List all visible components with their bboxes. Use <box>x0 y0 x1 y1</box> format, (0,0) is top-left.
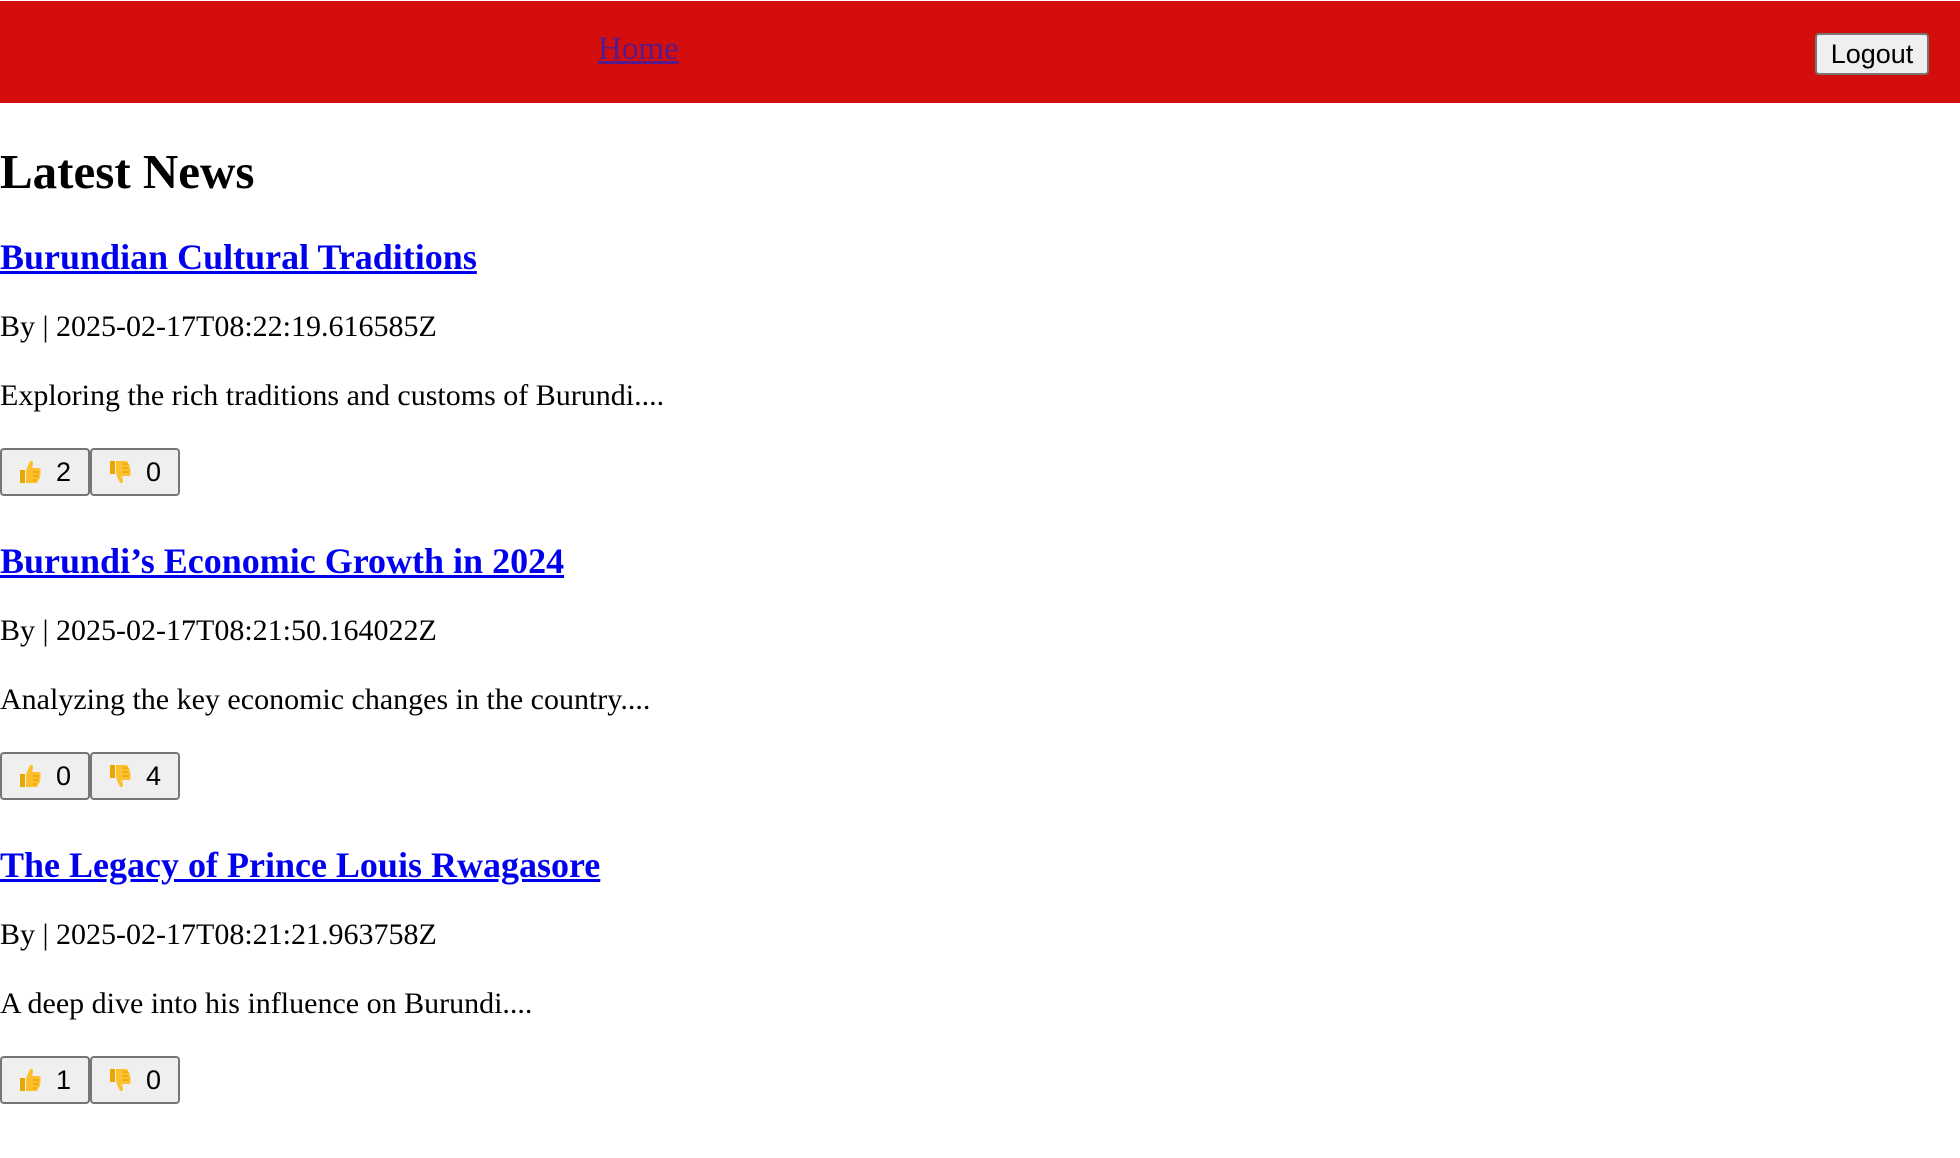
thumbs-down-icon <box>108 762 132 790</box>
dislike-count: 4 <box>146 760 162 791</box>
thumbs-up-icon <box>18 458 42 486</box>
like-count: 2 <box>56 456 72 487</box>
thumbs-up-icon <box>18 1066 42 1094</box>
article-excerpt: Exploring the rich traditions and custom… <box>0 379 665 412</box>
thumbs-down-icon <box>108 458 132 486</box>
like-count: 1 <box>56 1064 72 1095</box>
article-title-link[interactable]: The Legacy of Prince Louis Rwagasore <box>0 845 600 885</box>
logout-button[interactable]: Logout <box>1815 33 1929 75</box>
article-title-link[interactable]: Burundian Cultural Traditions <box>0 237 477 277</box>
article-title-link[interactable]: Burundi’s Economic Growth in 2024 <box>0 541 564 581</box>
page-title: Latest News <box>0 144 255 199</box>
article-meta: By | 2025-02-17T08:21:21.963758Z <box>0 918 437 951</box>
dislike-button[interactable]: 0 <box>90 448 180 496</box>
article-excerpt: Analyzing the key economic changes in th… <box>0 683 651 716</box>
article-meta: By | 2025-02-17T08:22:19.616585Z <box>0 310 437 343</box>
like-count: 0 <box>56 760 72 791</box>
article-excerpt: A deep dive into his influence on Burund… <box>0 987 533 1020</box>
thumbs-down-icon <box>108 1066 132 1094</box>
like-button[interactable]: 2 <box>0 448 90 496</box>
article-title: Burundian Cultural Traditions <box>0 235 477 279</box>
dislike-count: 0 <box>146 1064 162 1095</box>
dislike-count: 0 <box>146 456 162 487</box>
thumbs-up-icon <box>18 762 42 790</box>
article-meta: By | 2025-02-17T08:21:50.164022Z <box>0 614 437 647</box>
article-title: Burundi’s Economic Growth in 2024 <box>0 539 564 583</box>
like-button[interactable]: 0 <box>0 752 90 800</box>
top-navigation-bar: Home Logout <box>0 1 1960 103</box>
dislike-button[interactable]: 4 <box>90 752 180 800</box>
nav-home-link[interactable]: Home <box>598 31 679 68</box>
like-button[interactable]: 1 <box>0 1056 90 1104</box>
article-title: The Legacy of Prince Louis Rwagasore <box>0 843 600 887</box>
dislike-button[interactable]: 0 <box>90 1056 180 1104</box>
